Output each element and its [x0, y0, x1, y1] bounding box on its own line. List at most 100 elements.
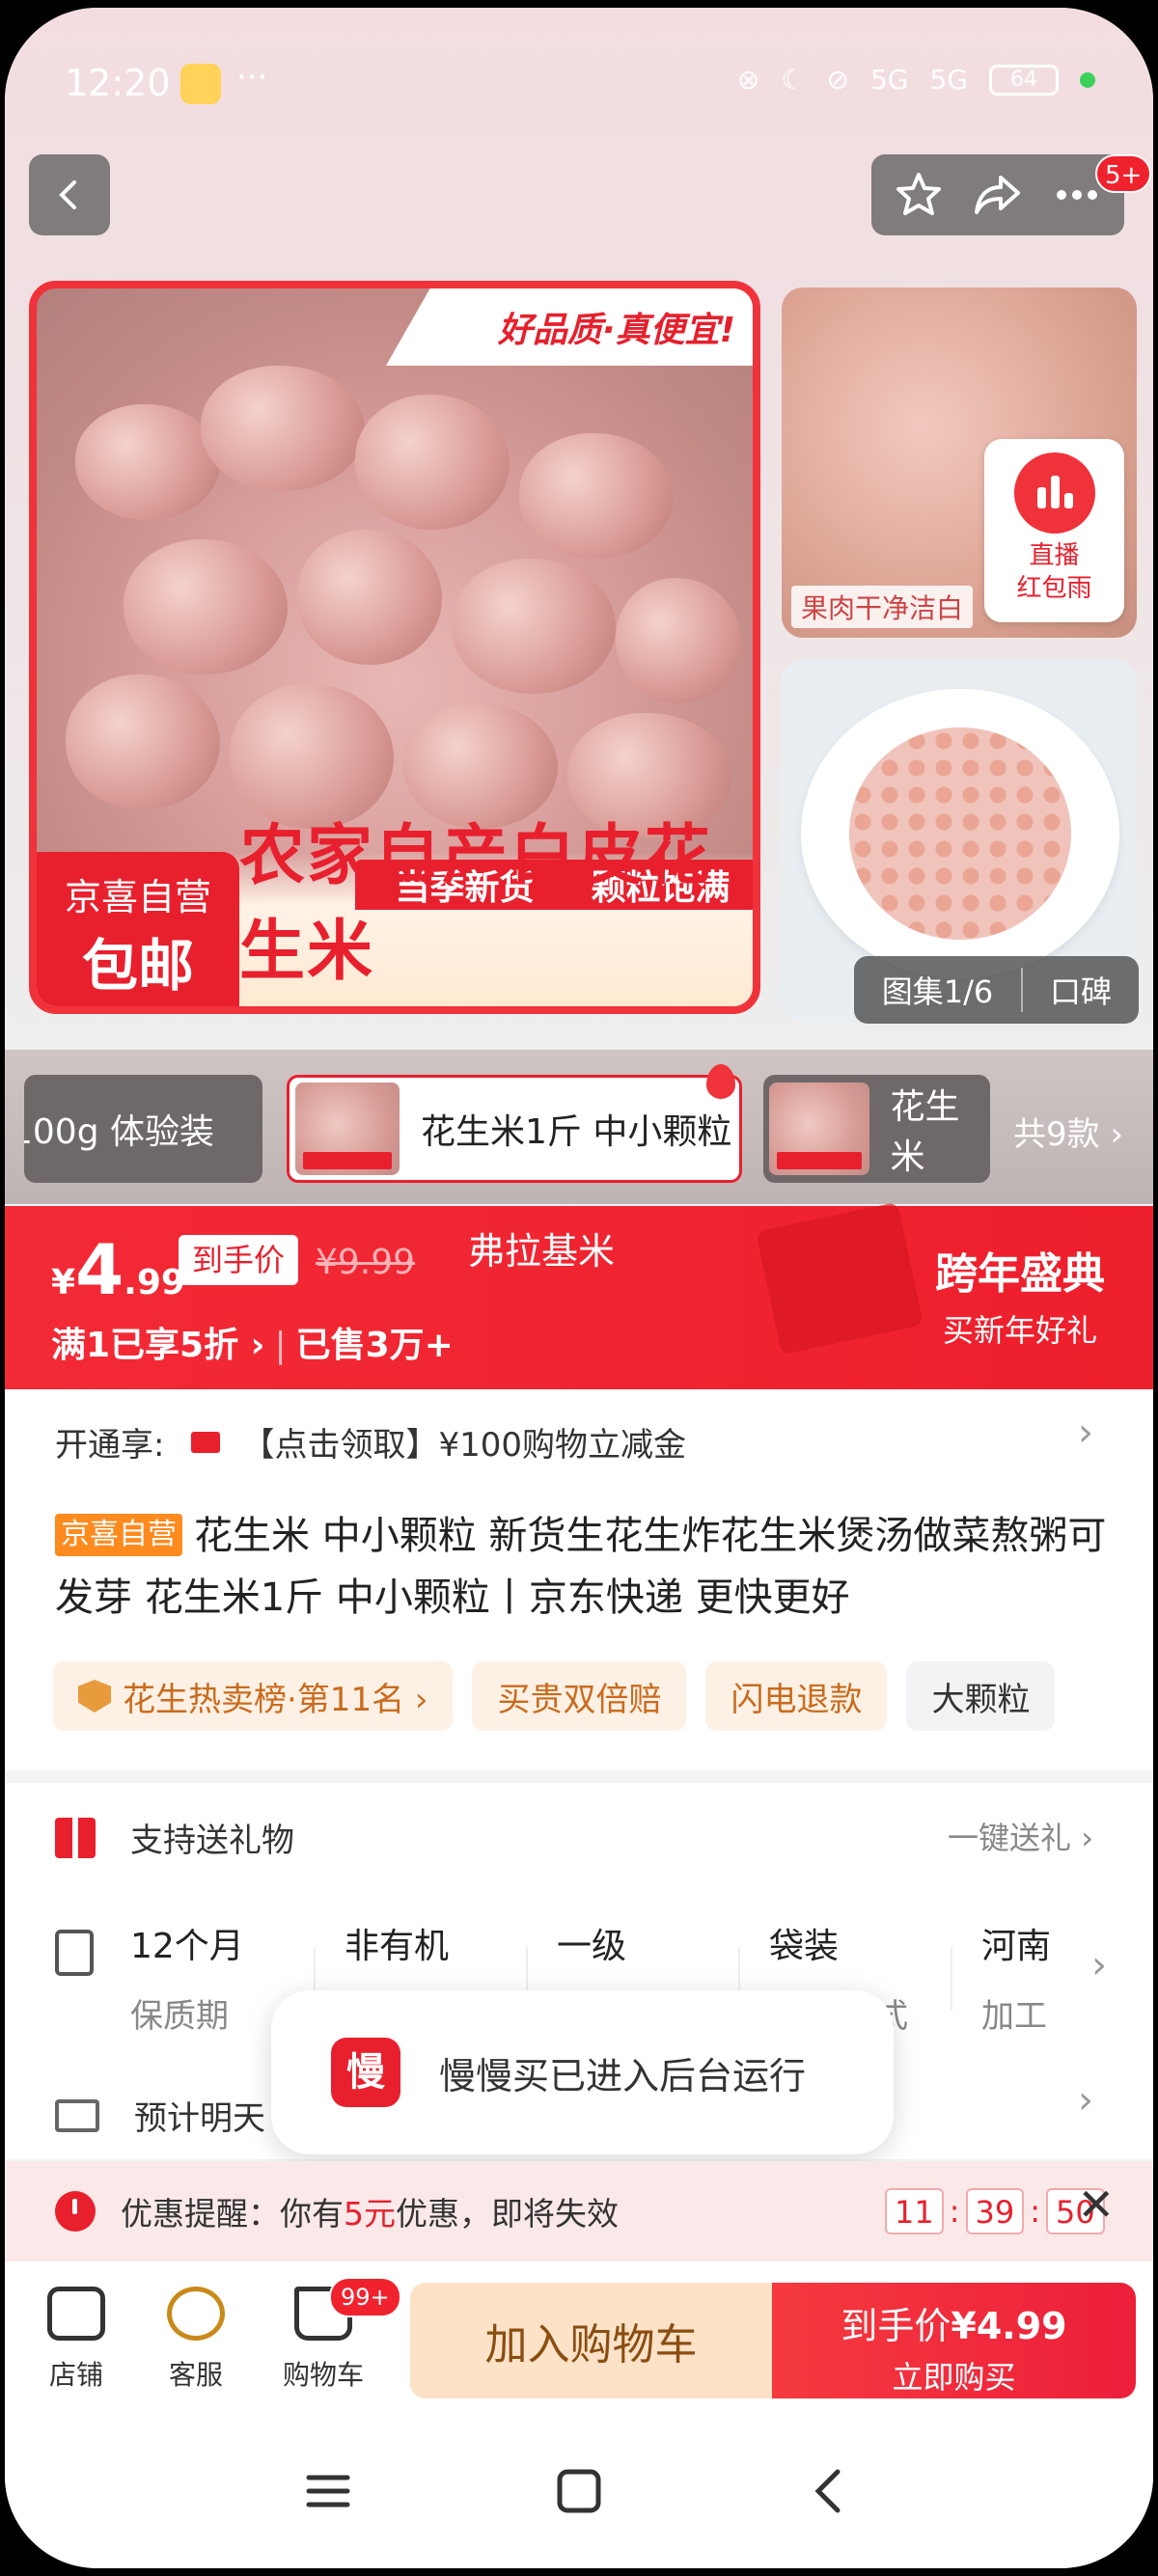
price: ¥4.99 [51, 1229, 185, 1310]
background-toast: 慢 慢慢买已进入后台运行 [271, 1990, 894, 2154]
discount-link[interactable]: 满1已享5折 › [51, 1326, 264, 1365]
refund-chip[interactable]: 闪电退款 [705, 1661, 888, 1731]
bottom-action-bar: 店铺 客服 99+ 购物车 加入购物车 到手价¥4.99 立即购买 [5, 2261, 1153, 2416]
chip-label: 花生热卖榜·第11名 › [123, 1680, 428, 1719]
moon-icon: ☾ [781, 64, 806, 96]
share-icon[interactable] [972, 170, 1024, 220]
app-notification-icon [180, 64, 221, 104]
send-gift-link[interactable]: 一键送礼 › [948, 1814, 1093, 1858]
peanut-shape [66, 674, 220, 809]
status-bar: 12:20 ··· ⊗ ☾ ⊘ 5G 5G 64 [5, 8, 1153, 152]
variant-item[interactable]: 花生米 [763, 1075, 990, 1183]
rank-badge-icon [78, 1680, 111, 1713]
peanut-shape [452, 559, 616, 694]
size-chip[interactable]: 大颗粒 [906, 1661, 1056, 1731]
main-product-image[interactable]: 好品质·真便宜! 当季新货 颗粒饱满 农家自产白皮花生米 京喜自营 包邮 [29, 281, 760, 1014]
peanut-shape [355, 395, 510, 530]
chevron-right-icon: › [1091, 1943, 1107, 1987]
attribute-value: 一级 [557, 1927, 627, 1966]
header-actions [871, 154, 1124, 235]
peanut-shape [616, 578, 741, 703]
attribute-value: 河南 [981, 1927, 1049, 1966]
document-icon [55, 1930, 94, 1976]
live-label-2: 红包雨 [1016, 574, 1092, 603]
variant-item[interactable]: 100g 体验装 [24, 1075, 262, 1183]
shop-icon [47, 2287, 105, 2341]
buy-now-button[interactable]: 到手价¥4.99 立即购买 [772, 2283, 1136, 2398]
clock-icon [55, 2191, 96, 2232]
variant-item-selected[interactable]: 花生米1斤 中小颗粒 [287, 1064, 742, 1183]
reviews-tab[interactable]: 口碑 [1023, 968, 1139, 1012]
highlight-chips: 花生热卖榜·第11名 › 买贵双倍赔 闪电退款 大颗粒 [53, 1661, 1056, 1731]
self-tag-line2: 包邮 [81, 933, 194, 999]
shop-label: 店铺 [48, 2359, 103, 2391]
gift-box-decoration [756, 1201, 924, 1356]
attribute-key: 加工 [981, 1997, 1047, 2036]
reminder-suffix: 优惠，即将失效 [396, 2195, 619, 2233]
back-nav-icon[interactable] [801, 2462, 859, 2520]
image-title: 农家自产白皮花生米 [239, 818, 713, 990]
status-time: 12:20 [65, 62, 171, 104]
promo-title: 跨年盛典 [935, 1249, 1105, 1299]
divider: | [274, 1326, 287, 1365]
attribute-value: 袋装 [769, 1927, 840, 1966]
cart-label: 购物车 [282, 2359, 364, 2391]
battery-icon: 64 [989, 64, 1059, 96]
membership-row[interactable]: 开通享: 【点击领取】¥100购物立减金 [55, 1418, 686, 1466]
headline-text: 好品质·真便宜! [497, 311, 735, 350]
variant-total-link[interactable]: 共9款 › [1013, 1108, 1123, 1155]
sold-count: 已售3万+ [295, 1326, 454, 1365]
shop-button[interactable]: 店铺 [28, 2287, 124, 2393]
membership-label: 开通享: [55, 1426, 165, 1465]
attribute-item: 一级 [557, 1918, 750, 1989]
attribute-item: 非有机 [345, 1918, 538, 1989]
chevron-right-icon: › [1078, 2078, 1093, 2123]
close-icon[interactable]: ✕ [1077, 2179, 1115, 2231]
buy-price-label: 到手价 [841, 2305, 951, 2347]
cart-badge: 99+ [329, 2277, 401, 2317]
signal-icon: 5G [869, 64, 909, 96]
self-operated-badge: 京喜自营 包邮 [37, 852, 239, 1006]
phone-screen: 12:20 ··· ⊗ ☾ ⊘ 5G 5G 64 5+ 好品质·真便宜! 当季新… [5, 8, 1153, 2568]
price-integer: 4 [75, 1229, 124, 1310]
coupon-reminder[interactable]: 优惠提醒：你有5元优惠，即将失效 11:39:50 ✕ [5, 2161, 1153, 2261]
reminder-prefix: 优惠提醒：你有 [121, 2195, 344, 2233]
chevron-right-icon: › [1078, 1411, 1093, 1455]
promo-block[interactable]: 跨年盛典 买新年好礼 [935, 1239, 1105, 1351]
system-nav-bar [5, 2416, 1153, 2568]
shipping-estimate: 预计明天 [134, 2099, 265, 2138]
chip-label: 闪电退款 [731, 1680, 863, 1719]
home-icon[interactable] [550, 2462, 608, 2520]
net-price-tag: 到手价 [179, 1235, 299, 1285]
cart-button[interactable]: 99+ 购物车 [275, 2277, 401, 2393]
customer-service-icon [167, 2287, 225, 2341]
privacy-dot-icon [1080, 71, 1095, 88]
variant-strip: 100g 体验装 花生米1斤 中小颗粒 花生米 共9款 › [5, 1050, 1153, 1204]
favorite-star-icon[interactable] [894, 170, 944, 220]
guarantee-chip[interactable]: 买贵双倍赔 [472, 1661, 687, 1731]
link-icon: ⊗ [736, 64, 760, 96]
buy-now-label: 立即购买 [892, 2359, 1016, 2396]
ranking-chip[interactable]: 花生热卖榜·第11名 › [53, 1661, 454, 1731]
live-icon [1013, 452, 1095, 534]
add-to-cart-button[interactable]: 加入购物车 [410, 2283, 772, 2398]
attribute-value: 12个月 [130, 1927, 244, 1966]
price-banner: ¥4.99 到手价 ¥9.99 弗拉基米 满1已享5折 › | 已售3万+ 跨年盛典… [5, 1201, 1153, 1389]
back-button[interactable] [29, 154, 110, 235]
customer-service-button[interactable]: 客服 [148, 2287, 244, 2393]
service-label: 客服 [168, 2359, 223, 2391]
gift-row[interactable]: 支持送礼物 [55, 1814, 294, 1861]
gallery-counter-label: 图集1/6 [854, 968, 1023, 1012]
gallery-counter[interactable]: 图集1/6 口碑 [854, 956, 1139, 1024]
menu-icon[interactable] [299, 2462, 357, 2520]
live-red-packet-button[interactable]: 直播 红包雨 [984, 439, 1124, 622]
shipping-row[interactable]: 预计明天 [55, 2092, 265, 2139]
attribute-value: 非有机 [345, 1927, 450, 1966]
variant-thumbnail [295, 1082, 400, 1175]
variant-label: 花生米 [890, 1087, 960, 1177]
card-icon [191, 1431, 221, 1453]
self-operated-tag: 京喜自营 [55, 1514, 182, 1556]
gift-label: 支持送礼物 [130, 1822, 294, 1860]
live-label-1: 直播 [1029, 541, 1080, 570]
truck-icon [55, 2098, 99, 2132]
